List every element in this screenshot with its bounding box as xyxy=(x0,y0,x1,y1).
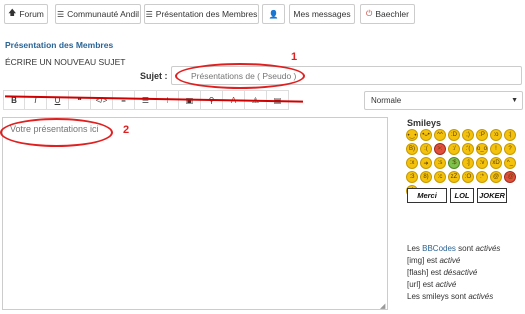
bbcode-prefix: Les xyxy=(407,244,423,253)
page-title: ÉCRIRE UN NOUVEAU SUJET xyxy=(5,57,126,67)
smiley-icon[interactable]: ^^ xyxy=(434,129,446,141)
smiley-icon[interactable]: :x xyxy=(406,157,418,169)
smiley-icon[interactable]: :( xyxy=(420,143,432,155)
flash-est: est xyxy=(428,268,444,277)
bbcode-middle: sont xyxy=(455,244,476,253)
nav-logout-label: Baechler xyxy=(375,9,409,19)
nav-presentation-label: Présentation des Membres xyxy=(155,9,258,19)
nav-communaute-label: Communauté Andil xyxy=(67,9,139,19)
annotation-ellipse-2 xyxy=(0,118,113,147)
smiley-icon[interactable]: :v xyxy=(476,157,488,169)
smiley-icon[interactable]: •ᴗ• xyxy=(420,129,432,141)
joker-badge[interactable]: JOKER xyxy=(477,188,507,203)
smiley-icon[interactable]: zZ xyxy=(448,171,460,183)
img-status: [img] est activé xyxy=(407,256,460,265)
smiley-badges: Merci LOL JOKER xyxy=(407,188,525,203)
smiley-icon[interactable]: :@ xyxy=(504,171,516,183)
user-icon: 👤 xyxy=(268,9,279,19)
nav-presentation-button[interactable]: ☰ Présentation des Membres xyxy=(144,4,259,24)
smiley-icon[interactable]: ;) xyxy=(462,129,474,141)
nav-logout-button[interactable]: ⏻ Baechler xyxy=(360,4,415,24)
smiley-icon[interactable]: ! xyxy=(490,143,502,155)
font-size-select[interactable]: Normale ▼ xyxy=(364,91,523,110)
smiley-icon[interactable]: ^_ xyxy=(504,157,516,169)
smiley-icon[interactable]: :] xyxy=(462,157,474,169)
annotation-label-1: 1 xyxy=(291,51,298,63)
section-title-link[interactable]: Présentation des Membres xyxy=(5,40,113,50)
smiley-icon[interactable]: xD xyxy=(490,157,502,169)
smiley-icon[interactable]: :O xyxy=(462,171,474,183)
img-state: activé xyxy=(439,256,461,265)
smiley-icon[interactable]: B) xyxy=(406,143,418,155)
flash-tag: [flash] xyxy=(407,268,429,277)
smiley-icon[interactable]: :3 xyxy=(406,171,418,183)
font-size-value: Normale xyxy=(371,96,402,105)
subject-label: Sujet : xyxy=(140,71,168,81)
smiley-icon[interactable]: 8) xyxy=(420,171,432,183)
power-icon: ⏻ xyxy=(366,9,373,18)
nav-messages-label: Mes messages xyxy=(293,9,351,19)
quote-button[interactable]: ❝ xyxy=(69,90,91,110)
smiley-icon[interactable]: :o xyxy=(490,129,502,141)
img-est: est xyxy=(424,256,440,265)
merci-badge[interactable]: Merci xyxy=(407,188,447,203)
smileys-title: Smileys xyxy=(407,118,442,128)
nav-profile-button[interactable]: 👤 xyxy=(262,4,285,24)
smiley-icon[interactable]: @ xyxy=(490,171,502,183)
resize-grip-icon[interactable]: ◢ xyxy=(380,302,385,310)
smiley-icon[interactable]: :* xyxy=(476,171,488,183)
smileys-text: Les smileys sont xyxy=(407,292,469,301)
chevron-down-icon: ▼ xyxy=(511,97,518,104)
url-state: activé xyxy=(435,280,457,289)
smiley-icon[interactable]: :$ xyxy=(448,157,460,169)
smiley-icon[interactable]: o_o xyxy=(476,143,488,155)
list-icon: ☰ xyxy=(57,9,65,19)
nav-communaute-button[interactable]: ☰ Communauté Andil xyxy=(55,4,141,24)
img-tag: [img] xyxy=(407,256,425,265)
url-est: est xyxy=(420,280,436,289)
annotation-label-2: 2 xyxy=(123,124,130,136)
smileys-state: activés xyxy=(468,292,494,301)
smiley-icon[interactable]: :/ xyxy=(448,143,460,155)
nav-messages-button[interactable]: Mes messages xyxy=(289,4,355,24)
smiley-icon[interactable]: •‿• xyxy=(406,129,418,141)
url-status: [url] est activé xyxy=(407,280,456,289)
lol-badge[interactable]: LOL xyxy=(450,188,474,203)
underline-button[interactable]: U xyxy=(47,90,69,110)
smiley-icon[interactable]: ? xyxy=(504,143,516,155)
bbcode-state: activés xyxy=(475,244,501,253)
smiley-icon[interactable]: :c xyxy=(434,171,446,183)
smiley-icon[interactable]: :D xyxy=(448,129,460,141)
list-button[interactable]: ≡ xyxy=(113,90,135,110)
smileys-status: Les smileys sont activés xyxy=(407,292,493,301)
arrow-up-icon: 🡅 xyxy=(8,8,17,17)
url-tag: [url] xyxy=(407,280,421,289)
flash-status: [flash] est désactivé xyxy=(407,268,477,277)
annotation-ellipse-1 xyxy=(175,63,305,89)
smiley-icon[interactable]: ➜ xyxy=(420,157,432,169)
nav-forum-button[interactable]: 🡅 Forum xyxy=(4,4,48,24)
smiley-icon[interactable]: :P xyxy=(476,129,488,141)
code-button[interactable]: </> xyxy=(91,90,113,110)
smiley-icon[interactable]: :| xyxy=(504,129,516,141)
italic-button[interactable]: I xyxy=(25,90,47,110)
smiley-icon[interactable]: :s xyxy=(434,157,446,169)
flash-state: désactivé xyxy=(443,268,478,277)
bbcode-status: Les BBCodes sont activés xyxy=(407,244,500,253)
nav-forum-label: Forum xyxy=(19,9,44,19)
smiley-icon[interactable]: :'( xyxy=(462,143,474,155)
bbcode-link[interactable]: BBCodes xyxy=(422,244,456,253)
smiley-icon[interactable]: >: xyxy=(434,143,446,155)
bold-button[interactable]: B xyxy=(3,90,25,110)
list-icon: ☰ xyxy=(145,9,153,19)
